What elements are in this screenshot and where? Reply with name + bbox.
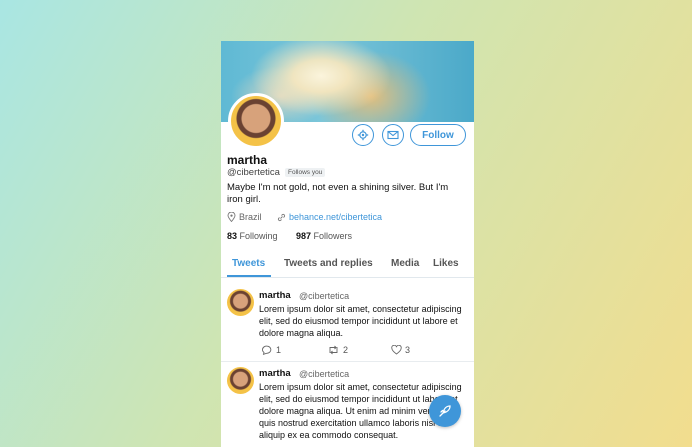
- compose-feather-icon: [439, 405, 451, 417]
- retweet-count: 2: [343, 345, 349, 355]
- followers-label: Followers: [313, 231, 353, 241]
- retweet-icon: [329, 345, 338, 355]
- tab-likes[interactable]: Likes: [433, 258, 459, 269]
- envelope-icon: [387, 130, 399, 140]
- profile-avatar[interactable]: [228, 93, 284, 149]
- message-button[interactable]: [382, 124, 404, 146]
- tweet-author-handle: @cibertetica: [299, 369, 350, 379]
- heart-icon: [391, 345, 402, 355]
- tab-tweets[interactable]: Tweets: [232, 258, 265, 269]
- profile-tabs: Tweets Tweets and replies Media Likes: [221, 251, 474, 278]
- following-stat[interactable]: 83 Following: [227, 231, 278, 241]
- location-text: Brazil: [239, 212, 262, 222]
- reply-count: 1: [276, 345, 282, 355]
- active-tab-indicator: [227, 275, 271, 277]
- follow-button[interactable]: Follow: [410, 124, 466, 146]
- reply-icon: [262, 345, 272, 355]
- compose-tweet-button[interactable]: [429, 395, 461, 427]
- follows-you-badge: Follows you: [285, 168, 326, 177]
- tab-media[interactable]: Media: [391, 258, 419, 269]
- tweet-author-name: martha: [259, 368, 291, 379]
- profile-bio: Maybe I'm not gold, not even a shining s…: [227, 182, 449, 205]
- location-pin-icon: [227, 212, 236, 222]
- tweet-text: Lorem ipsum dolor sit amet, consectetur …: [259, 304, 462, 338]
- tweet-avatar[interactable]: [227, 289, 254, 316]
- like-count: 3: [405, 345, 411, 355]
- tweet-avatar[interactable]: [227, 367, 254, 394]
- tweet-item[interactable]: martha @cibertetica Lorem ipsum dolor si…: [221, 285, 474, 362]
- link-icon: [277, 213, 286, 221]
- profile-location: Brazil: [227, 212, 262, 222]
- profile-handle: @cibertetica: [227, 167, 280, 178]
- like-button[interactable]: 3: [391, 345, 410, 355]
- following-count: 83: [227, 231, 238, 241]
- settings-button[interactable]: [352, 124, 374, 146]
- following-label: Following: [239, 231, 278, 241]
- retweet-button[interactable]: 2: [327, 345, 348, 355]
- website-link[interactable]: behance.net/cibertetica: [289, 212, 382, 222]
- profile-website[interactable]: behance.net/cibertetica: [277, 212, 382, 222]
- gear-icon: [357, 129, 369, 141]
- tweet-author-handle: @cibertetica: [299, 291, 350, 301]
- profile-screen: Follow martha @cibertetica Follows you M…: [221, 41, 474, 447]
- followers-stat[interactable]: 987 Followers: [296, 231, 352, 241]
- profile-name: martha: [227, 153, 268, 167]
- followers-count: 987: [296, 231, 312, 241]
- tweet-author-name: martha: [259, 290, 291, 301]
- tab-tweets-and-replies[interactable]: Tweets and replies: [284, 258, 373, 269]
- reply-button[interactable]: 1: [262, 345, 281, 355]
